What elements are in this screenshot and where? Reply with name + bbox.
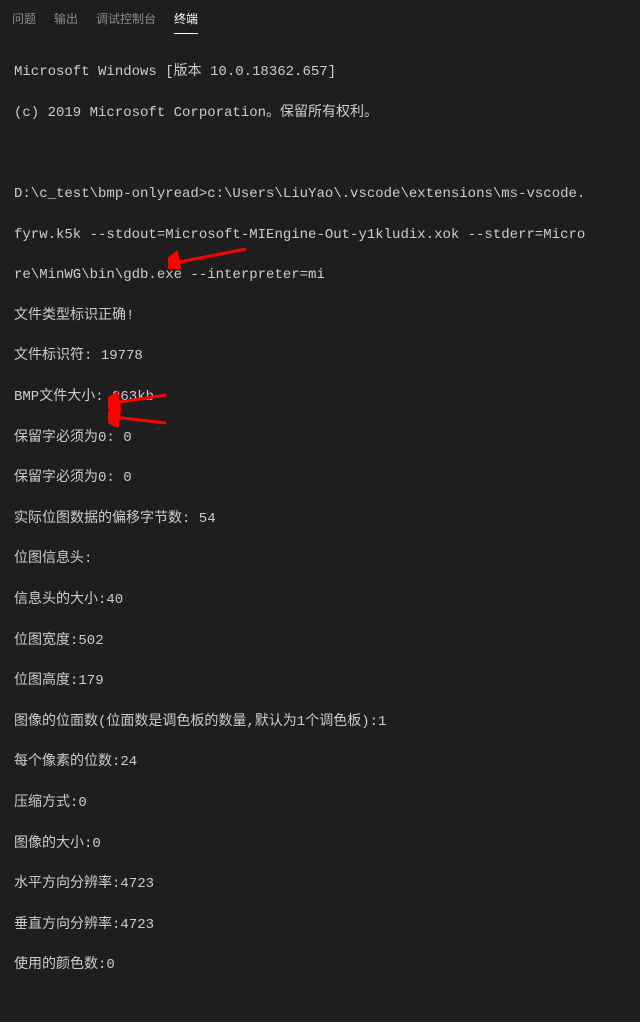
terminal-line: BMP文件大小: 263kb: [14, 387, 626, 407]
terminal-line: 压缩方式:0: [14, 793, 626, 813]
terminal-line: 保留字必须为0: 0: [14, 428, 626, 448]
terminal-line: (c) 2019 Microsoft Corporation。保留所有权利。: [14, 103, 626, 123]
terminal-line: re\MinWG\bin\gdb.exe --interpreter=mi: [14, 265, 626, 285]
terminal-line: [14, 143, 626, 163]
tab-debug-console[interactable]: 调试控制台: [96, 4, 156, 34]
terminal-line: 每个像素的位数:24: [14, 752, 626, 772]
terminal-line: D:\c_test\bmp-onlyread>c:\Users\LiuYao\.…: [14, 184, 626, 204]
terminal-line: 位图信息头:: [14, 549, 626, 569]
panel-tabs: 问题 输出 调试控制台 终端: [0, 0, 640, 34]
terminal-line: 位图高度:179: [14, 671, 626, 691]
terminal-line: 使用的颜色数:0: [14, 955, 626, 975]
tab-problems[interactable]: 问题: [12, 4, 36, 34]
terminal-line: 图像的位面数(位面数是调色板的数量,默认为1个调色板):1: [14, 712, 626, 732]
terminal-line: Microsoft Windows [版本 10.0.18362.657]: [14, 62, 626, 82]
terminal-output[interactable]: Microsoft Windows [版本 10.0.18362.657] (c…: [0, 34, 640, 1022]
terminal-line: 水平方向分辨率:4723: [14, 874, 626, 894]
terminal-line: 文件类型标识正确!: [14, 306, 626, 326]
terminal-line: 位图宽度:502: [14, 631, 626, 651]
terminal-line: 保留字必须为0: 0: [14, 468, 626, 488]
tab-terminal[interactable]: 终端: [174, 4, 198, 34]
annotation-arrow-icon: [168, 204, 248, 309]
terminal-line: 图像的大小:0: [14, 834, 626, 854]
terminal-line: 实际位图数据的偏移字节数: 54: [14, 509, 626, 529]
terminal-line: fyrw.k5k --stdout=Microsoft-MIEngine-Out…: [14, 225, 626, 245]
annotation-arrow-icon: [108, 368, 168, 467]
terminal-line: 文件标识符: 19778: [14, 346, 626, 366]
tab-output[interactable]: 输出: [54, 4, 78, 34]
terminal-line: 信息头的大小:40: [14, 590, 626, 610]
terminal-line: 垂直方向分辨率:4723: [14, 915, 626, 935]
